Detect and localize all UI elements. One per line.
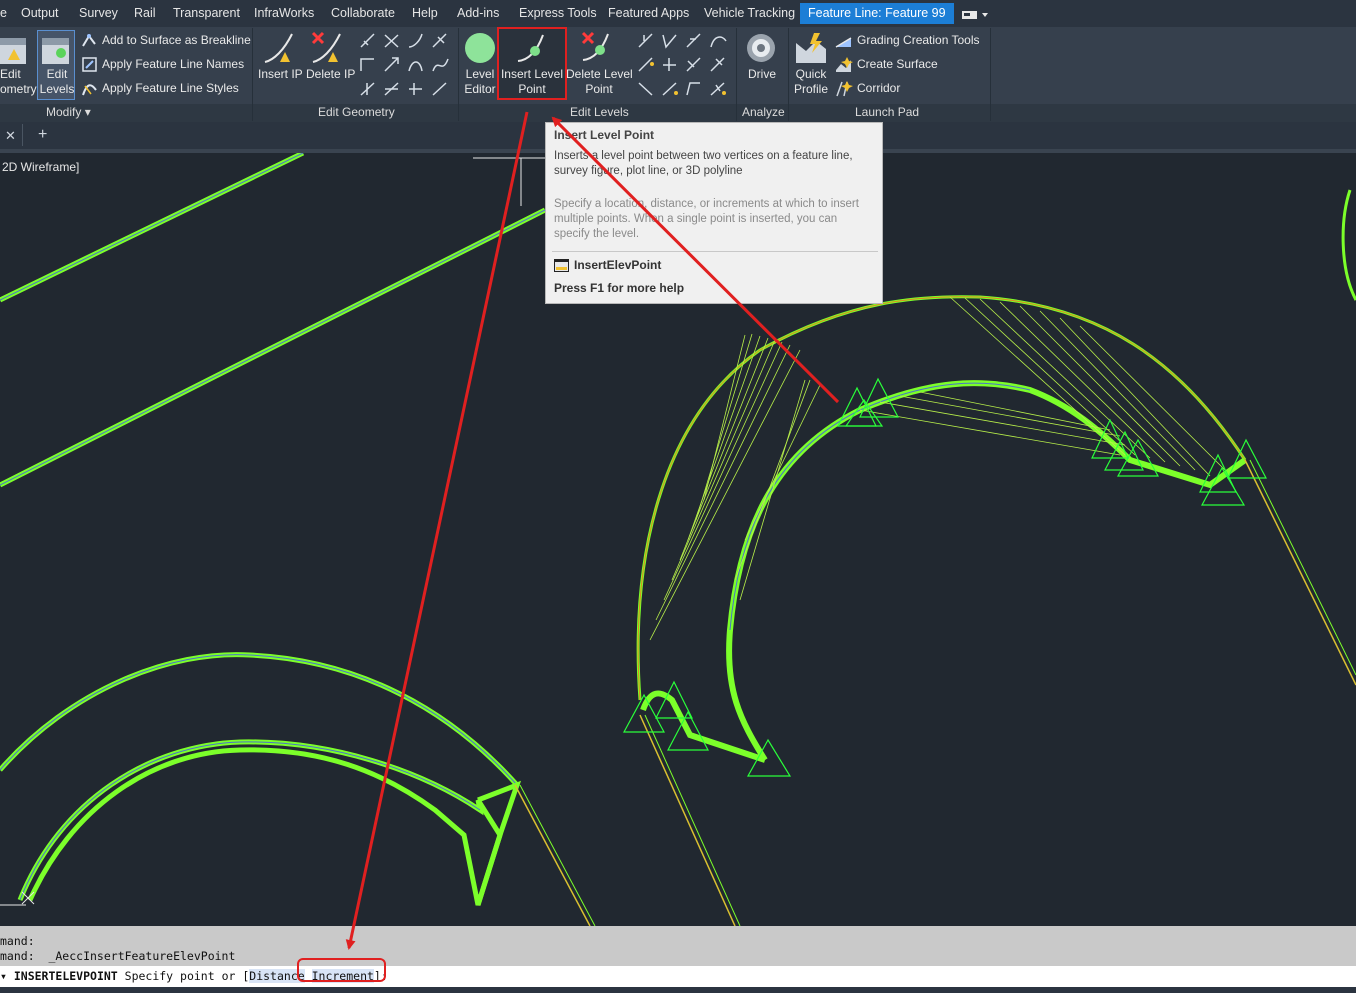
- tooltip-description: Inserts a level point between two vertic…: [554, 150, 853, 177]
- close-tab-icon[interactable]: ✕: [5, 128, 16, 144]
- tooltip-command-name: InsertElevPoint: [574, 258, 662, 272]
- command-history-line: mand:: [0, 934, 35, 948]
- feature-line-straight-1[interactable]: [0, 153, 305, 303]
- ribbon-panel-titles: [0, 104, 1356, 122]
- level-editor-icon[interactable]: [465, 32, 497, 67]
- edit-geometry-small-tools-icon[interactable]: [358, 31, 454, 101]
- crosshair-cursor: [473, 157, 545, 206]
- edit-geometry-button[interactable]: Edit ometry: [0, 67, 37, 97]
- edit-levels-label-1: Edit: [46, 67, 68, 81]
- menu-bar: e Output Survey Rail Transparent InfraWo…: [0, 0, 1356, 27]
- tab-feature-line[interactable]: Feature Line: Feature 99: [800, 3, 954, 24]
- corridor-button[interactable]: Corridor: [857, 81, 900, 96]
- edit-levels-label-2: Levels: [39, 82, 75, 96]
- dropdown-arrow-icon: ▾: [84, 105, 91, 119]
- menu-item-output[interactable]: Output: [21, 6, 59, 20]
- delete-level-point-label-1: Delete Level: [566, 67, 633, 81]
- new-tab-icon[interactable]: +: [38, 126, 47, 144]
- panel-separator: [990, 28, 991, 121]
- panel-separator: [736, 28, 737, 121]
- feature-line-styles-icon[interactable]: [81, 80, 99, 101]
- quick-profile-label-2: Profile: [793, 82, 828, 96]
- panel-title-modify[interactable]: Modify ▾: [46, 105, 91, 119]
- window-menu-icon[interactable]: [962, 9, 988, 23]
- breakline-icon[interactable]: [81, 32, 99, 53]
- menu-item-featured-apps[interactable]: Featured Apps: [608, 6, 689, 20]
- menu-item-addins[interactable]: Add-ins: [457, 6, 499, 20]
- create-surface-icon[interactable]: [835, 56, 853, 77]
- menu-item-express-tools[interactable]: Express Tools: [519, 6, 597, 20]
- panel-title-launch-pad: Launch Pad: [855, 105, 920, 119]
- modify-title-text: Modify: [46, 105, 82, 119]
- delete-level-point-label-2: Point: [585, 82, 613, 96]
- insert-ip-button[interactable]: Insert IP: [258, 67, 303, 82]
- feature-line-left-arc[interactable]: [0, 652, 596, 926]
- menu-item-transparent[interactable]: Transparent: [173, 6, 240, 20]
- command-history: mand: mand: _AeccInsertFeatureElevPoint: [0, 926, 1356, 966]
- delete-level-point-icon[interactable]: [580, 30, 616, 69]
- edit-levels-small-tools-icon[interactable]: [636, 31, 732, 101]
- menu-item-partial[interactable]: e: [0, 6, 7, 20]
- command-history-line: mand: _AeccInsertFeatureElevPoint: [0, 949, 236, 963]
- panel-title-edit-levels: Edit Levels: [570, 105, 629, 119]
- command-icon: [554, 259, 569, 275]
- level-editor-label-1: Level: [465, 67, 495, 81]
- panel-title-analyze: Analyze: [742, 105, 785, 119]
- level-editor-label-2: Editor: [464, 82, 496, 96]
- quick-profile-label-1: Quick: [795, 67, 827, 81]
- tooltip-extended-help: Specify a location, distance, or increme…: [554, 198, 859, 240]
- panel-title-edit-geometry: Edit Geometry: [318, 105, 395, 119]
- menu-item-vehicle-tracking[interactable]: Vehicle Tracking: [704, 6, 795, 20]
- edit-geometry-icon[interactable]: [0, 34, 30, 69]
- delete-ip-icon[interactable]: [310, 30, 346, 69]
- edit-levels-label: Edit Levels: [38, 67, 76, 97]
- menu-item-survey[interactable]: Survey: [79, 6, 118, 20]
- add-to-surface-button[interactable]: Add to Surface as Breakline: [102, 33, 251, 48]
- grading-creation-tools-button[interactable]: Grading Creation Tools: [857, 33, 980, 48]
- tooltip-help-hint: Press F1 for more help: [554, 281, 685, 295]
- drive-icon[interactable]: [745, 32, 777, 67]
- drive-button[interactable]: Drive: [748, 67, 776, 82]
- increment-highlight-annotation: [297, 958, 386, 982]
- apply-names-button[interactable]: Apply Feature Line Names: [102, 57, 244, 72]
- ribbon-tooltip: Insert Level Point Inserts a level point…: [545, 122, 883, 304]
- corridor-icon[interactable]: [835, 80, 853, 101]
- ucs-icon: [0, 891, 35, 906]
- tooltip-title: Insert Level Point: [554, 128, 655, 142]
- grading-creation-tools-icon[interactable]: [835, 32, 853, 53]
- panel-separator: [252, 28, 253, 121]
- menu-item-help[interactable]: Help: [412, 6, 438, 20]
- insert-ip-icon[interactable]: [262, 30, 298, 69]
- tooltip-divider: [552, 251, 878, 252]
- status-bar: [0, 987, 1356, 993]
- command-prompt-text: Specify point or [: [117, 969, 250, 983]
- edit-geometry-label-1: Edit: [0, 67, 21, 81]
- panel-separator: [458, 28, 459, 121]
- command-line[interactable]: ▾ INSERTELEVPOINT Specify point or [Dist…: [0, 966, 1356, 987]
- feature-line-straight-2[interactable]: [0, 207, 547, 488]
- menu-item-collaborate[interactable]: Collaborate: [331, 6, 395, 20]
- level-editor-button[interactable]: Level Editor: [461, 67, 499, 97]
- viewport-style-label[interactable]: 2D Wireframe]: [2, 160, 79, 174]
- highlight-annotation-box: [497, 27, 567, 100]
- command-keyword: INSERTELEVPOINT: [13, 969, 118, 983]
- prompt-chevron-icon: ▾: [0, 969, 14, 983]
- menu-item-infraworks[interactable]: InfraWorks: [254, 6, 314, 20]
- quick-profile-button[interactable]: Quick Profile: [792, 67, 830, 97]
- apply-styles-button[interactable]: Apply Feature Line Styles: [102, 81, 239, 96]
- edit-geometry-label-2: ometry: [0, 82, 37, 96]
- create-surface-button[interactable]: Create Surface: [857, 57, 938, 72]
- tab-divider: [22, 124, 23, 146]
- feature-line-names-icon[interactable]: [81, 56, 99, 77]
- edit-levels-icon[interactable]: [41, 34, 71, 69]
- quick-profile-icon[interactable]: [794, 31, 828, 68]
- delete-level-point-button[interactable]: Delete Level Point: [566, 67, 633, 97]
- delete-ip-button[interactable]: Delete IP: [306, 67, 355, 82]
- menu-item-rail[interactable]: Rail: [134, 6, 156, 20]
- panel-separator: [788, 28, 789, 121]
